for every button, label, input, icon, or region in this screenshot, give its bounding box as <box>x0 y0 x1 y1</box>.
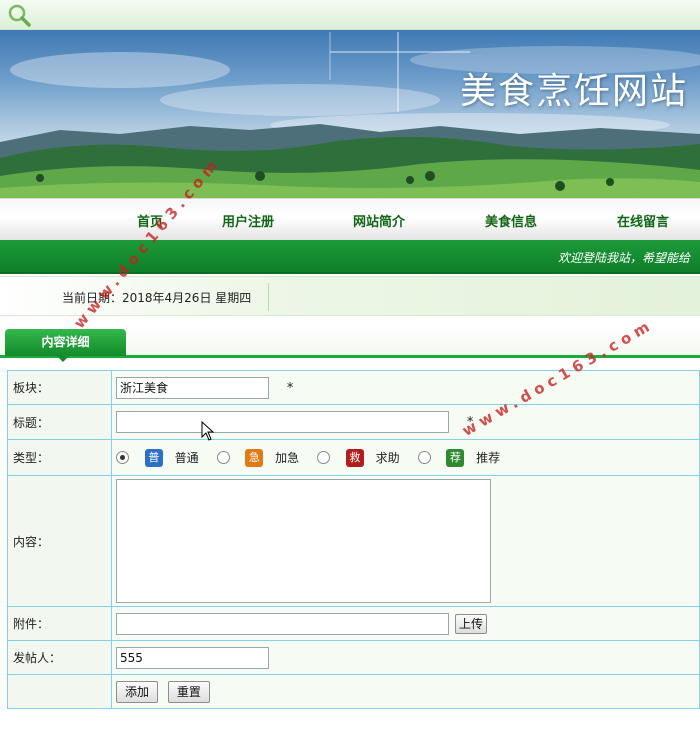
poster-input[interactable] <box>116 646 269 669</box>
type-option-recommend: 荐 推荐 <box>417 448 501 467</box>
title-label: 标题： <box>7 404 112 440</box>
welcome-text: 欢迎登陆我站，希望能给 <box>558 251 691 265</box>
divider <box>268 283 269 311</box>
site-title: 美食烹饪网站 <box>459 71 688 112</box>
form-row-poster: 发帖人： <box>7 640 700 675</box>
reset-button[interactable]: 重置 <box>167 680 210 703</box>
type-label: 类型： <box>7 439 112 476</box>
attachment-input[interactable] <box>116 612 449 635</box>
section-header: 内容详细 <box>0 326 700 362</box>
tab-label: 内容详细 <box>41 335 90 349</box>
type-option-normal: 普 普通 <box>116 448 199 467</box>
form-row-attachment: 附件： 上传 <box>7 606 700 641</box>
board-label: 板块： <box>7 370 112 405</box>
orange-tag-icon: 急 <box>245 448 264 467</box>
current-date: 当前日期：2018年4月26日 星期四 <box>62 291 252 305</box>
tab-content-detail[interactable]: 内容详细 <box>5 329 126 362</box>
radio-normal[interactable] <box>116 451 129 464</box>
form-row-title: 标题： * <box>7 404 700 440</box>
top-strip <box>0 0 700 30</box>
nav-item-guestbook[interactable]: 在线留言 <box>617 211 669 230</box>
site-banner: 美食烹饪网站 <box>0 30 700 198</box>
nav-item-home[interactable]: 首页 <box>137 211 163 230</box>
poster-label: 发帖人： <box>7 640 112 675</box>
search-icon[interactable] <box>6 3 32 27</box>
nav-item-food-info[interactable]: 美食信息 <box>485 211 537 230</box>
board-input[interactable] <box>116 376 269 399</box>
form-row-content: 内容： <box>7 475 700 607</box>
option-label-help: 求助 <box>375 451 400 465</box>
nav-item-about[interactable]: 网站简介 <box>353 211 405 230</box>
attachment-label: 附件： <box>7 606 112 641</box>
red-tag-icon: 救 <box>345 448 364 467</box>
type-option-urgent: 急 加急 <box>216 448 300 467</box>
welcome-marquee: 欢迎登陆我站，希望能给 <box>0 240 700 274</box>
option-label-recommend: 推荐 <box>476 451 501 465</box>
nav-item-register[interactable]: 用户注册 <box>222 211 274 230</box>
radio-recommend[interactable] <box>417 451 431 464</box>
option-label-urgent: 加急 <box>275 451 300 465</box>
option-label-normal: 普通 <box>174 451 199 465</box>
radio-help[interactable] <box>317 451 330 464</box>
landscape-image <box>0 32 700 198</box>
form-row-board: 板块： * <box>7 370 700 405</box>
content-textarea[interactable] <box>116 479 491 603</box>
content-label: 内容： <box>7 475 112 607</box>
green-tag-icon: 荐 <box>446 448 465 467</box>
form-row-type: 类型： 普 普通 急 加急 救 求助 荐 推荐 <box>7 439 700 476</box>
form-row-actions: 添加 重置 <box>7 674 700 709</box>
tab-pointer <box>57 356 69 362</box>
post-form: 板块： * 标题： * 类型： 普 普通 急 加急 救 <box>7 370 700 709</box>
required-mark: * <box>466 415 474 430</box>
required-mark: * <box>286 381 294 396</box>
title-input[interactable] <box>116 411 449 433</box>
blue-tag-icon: 普 <box>144 448 163 467</box>
upload-button[interactable]: 上传 <box>455 614 488 634</box>
main-nav: 首页 用户注册 网站简介 美食信息 在线留言 <box>0 198 700 240</box>
mouse-cursor-icon <box>201 421 215 441</box>
add-button[interactable]: 添加 <box>116 680 159 703</box>
date-bar: 当前日期：2018年4月26日 星期四 <box>0 276 700 316</box>
radio-urgent[interactable] <box>216 451 230 464</box>
type-option-help: 救 求助 <box>317 448 400 467</box>
